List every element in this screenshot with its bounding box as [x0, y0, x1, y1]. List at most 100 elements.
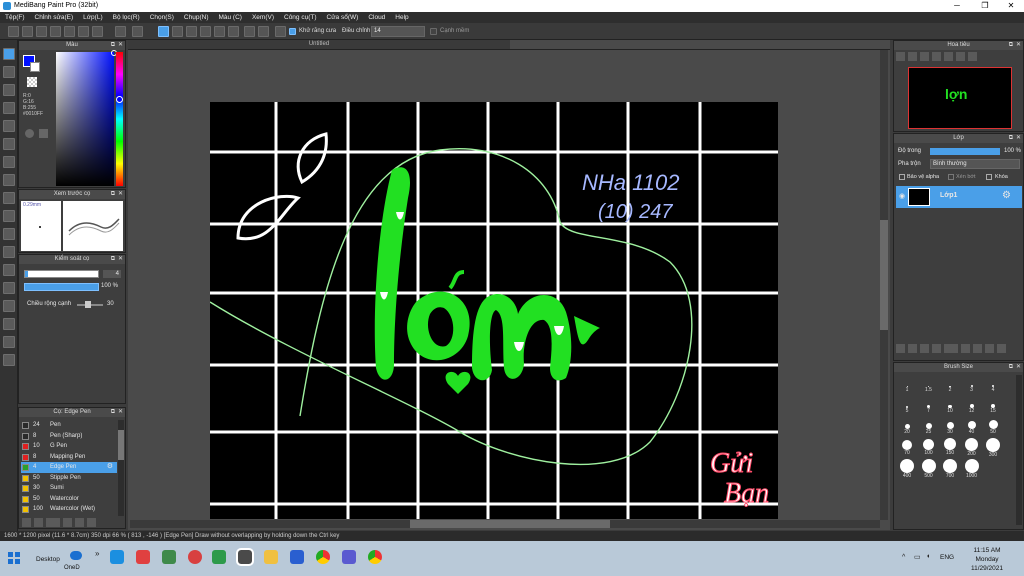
- brush-size-option[interactable]: 2: [941, 375, 959, 393]
- tool-option-6-icon[interactable]: [228, 26, 239, 37]
- menu-help[interactable]: Help: [390, 12, 413, 23]
- select-pen-icon[interactable]: [3, 228, 15, 240]
- duplicate-layer-icon[interactable]: [973, 344, 982, 353]
- chevron-double-right-icon[interactable]: »: [95, 549, 99, 558]
- panel-close-icon[interactable]: ✕: [118, 190, 123, 199]
- app-g-icon[interactable]: [136, 550, 150, 564]
- alpha-protect-checkbox[interactable]: [899, 174, 905, 180]
- tool-option-1-icon[interactable]: [158, 26, 169, 37]
- brush-list-item[interactable]: 4 Edge Pen ⚙: [21, 462, 117, 473]
- panel-float-icon[interactable]: ⧉: [1009, 41, 1013, 50]
- menu-edit[interactable]: Chỉnh sửa(E): [30, 12, 79, 23]
- brush-settings-gear-icon[interactable]: ⚙: [107, 462, 113, 472]
- brush-list-item[interactable]: 100 Watercolor (Wet): [21, 504, 117, 515]
- wifi-app-icon[interactable]: [188, 550, 202, 564]
- eraser-tool-icon[interactable]: [3, 66, 15, 78]
- brush-size-slider[interactable]: [24, 270, 99, 278]
- saturation-value-field[interactable]: [56, 52, 114, 186]
- bucket-tool-icon[interactable]: [3, 156, 15, 168]
- layer-row[interactable]: ◉ Lớp1 ⚙: [896, 186, 1022, 208]
- map-app-icon[interactable]: [212, 550, 226, 564]
- menu-cloud[interactable]: Cloud: [363, 12, 390, 23]
- brush-size-option[interactable]: 20: [898, 417, 916, 435]
- zoom-out-icon[interactable]: [908, 52, 917, 61]
- palette-icon[interactable]: [39, 129, 48, 138]
- shape-tool-icon[interactable]: [3, 138, 15, 150]
- zoom-in-icon[interactable]: [896, 52, 905, 61]
- brush-size-option[interactable]: 1000: [963, 459, 981, 479]
- canvas-tab[interactable]: Untitled: [128, 40, 510, 49]
- brush-size-option[interactable]: 500: [920, 459, 938, 479]
- brush-size-value[interactable]: 4: [103, 270, 121, 278]
- windows-start-icon[interactable]: [8, 552, 20, 564]
- brush-size-option[interactable]: 30: [941, 417, 959, 435]
- panel-float-icon[interactable]: ⧉: [1009, 363, 1013, 372]
- tool-option-4-icon[interactable]: [200, 26, 211, 37]
- move-tool-icon[interactable]: [3, 84, 15, 96]
- medibang-taskbar-icon[interactable]: [236, 548, 254, 566]
- panel-float-icon[interactable]: ⧉: [111, 408, 115, 417]
- tool-option-3-icon[interactable]: [186, 26, 197, 37]
- fit-icon[interactable]: [920, 52, 929, 61]
- skype-icon[interactable]: [110, 550, 124, 564]
- menu-window[interactable]: Cửa sổ(W): [322, 12, 364, 23]
- brush-list-item[interactable]: 8 Mapping Pen: [21, 452, 117, 463]
- brush-menu-icon[interactable]: [46, 518, 60, 527]
- brush-size-option[interactable]: 3: [963, 375, 981, 393]
- maximize-button[interactable]: ❐: [974, 0, 996, 12]
- panel-close-icon[interactable]: ✕: [1016, 134, 1021, 143]
- menu-layer[interactable]: Lớp(L): [78, 12, 107, 23]
- menu-filter[interactable]: Bộ lọc(R): [108, 12, 145, 23]
- lock-checkbox[interactable]: [986, 174, 992, 180]
- magic-wand-icon[interactable]: [3, 210, 15, 222]
- new-8bit-layer-icon[interactable]: [920, 344, 929, 353]
- hand-tool-icon[interactable]: [3, 318, 15, 330]
- brush-list-scrollbar[interactable]: [118, 420, 124, 516]
- new-layer-icon[interactable]: [896, 344, 905, 353]
- brush-size-option[interactable]: 400: [898, 459, 916, 479]
- hue-handle[interactable]: [116, 96, 123, 103]
- tool-option-5-icon[interactable]: [214, 26, 225, 37]
- new-brush-icon[interactable]: [34, 518, 43, 527]
- visibility-eye-icon[interactable]: ◉: [899, 192, 905, 200]
- save-icon[interactable]: [36, 26, 47, 37]
- panel-close-icon[interactable]: ✕: [1016, 363, 1021, 372]
- gradient-tool-icon[interactable]: [3, 120, 15, 132]
- antialias-checkbox[interactable]: [289, 28, 296, 35]
- open-file-icon[interactable]: [22, 26, 33, 37]
- panel-float-icon[interactable]: ⧉: [1009, 134, 1013, 143]
- brush-size-option[interactable]: 5: [898, 396, 916, 414]
- brush-list-item[interactable]: 10 G Pen: [21, 441, 117, 452]
- word-icon[interactable]: [290, 550, 304, 564]
- brush-size-option[interactable]: 7: [920, 396, 938, 414]
- layer-folder-icon[interactable]: [961, 344, 970, 353]
- teams-icon[interactable]: [342, 550, 356, 564]
- transparent-swatch[interactable]: [27, 77, 37, 87]
- panel-close-icon[interactable]: ✕: [118, 408, 123, 417]
- text-tool-icon[interactable]: [3, 264, 15, 276]
- settings-gear-icon[interactable]: [258, 26, 269, 37]
- snap-icon[interactable]: [275, 26, 286, 37]
- canvas-horizontal-scrollbar[interactable]: [130, 520, 880, 528]
- brush-list-item[interactable]: 24 Pen: [21, 420, 117, 431]
- clipping-checkbox[interactable]: [948, 174, 954, 180]
- brush-size-option[interactable]: 700: [941, 459, 959, 479]
- zoom-tool-icon[interactable]: [3, 336, 15, 348]
- menu-view[interactable]: Xem(V): [247, 12, 279, 23]
- fill-tool-icon[interactable]: [3, 102, 15, 114]
- brush-size-option[interactable]: 10: [941, 396, 959, 414]
- volume-icon[interactable]: ◖: [926, 553, 930, 560]
- folder-icon[interactable]: [75, 518, 84, 527]
- outline-checkbox[interactable]: [430, 28, 437, 35]
- close-button[interactable]: ✕: [1000, 0, 1022, 12]
- layer-menu-icon[interactable]: [944, 344, 958, 353]
- clock[interactable]: 11:15 AM Monday 11/29/2021: [962, 546, 1012, 573]
- secondary-color-swatch[interactable]: [30, 62, 40, 72]
- brush-size-option[interactable]: 4: [984, 375, 1002, 393]
- delete-layer-icon[interactable]: [997, 344, 1006, 353]
- new-1bit-layer-icon[interactable]: [932, 344, 941, 353]
- grid-icon[interactable]: [92, 26, 103, 37]
- desktop-label[interactable]: Desktop: [36, 556, 60, 563]
- brush-size-option[interactable]: 12: [963, 396, 981, 414]
- rotate-right-icon[interactable]: [956, 52, 965, 61]
